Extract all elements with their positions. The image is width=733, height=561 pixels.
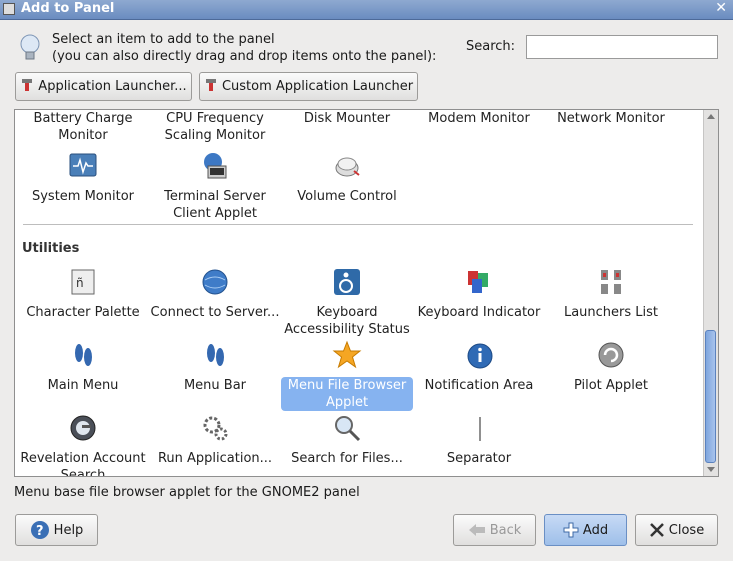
window-menu-icon[interactable]: [3, 3, 15, 15]
item-label: Character Palette: [26, 305, 140, 320]
item-label: Menu Bar: [183, 378, 247, 393]
item-label: Keyboard Accessibility Status: [284, 305, 410, 337]
section-heading: Utilities: [22, 241, 80, 256]
list-item[interactable]: Notification Area: [413, 340, 545, 394]
keyboard-flags-icon: [468, 271, 488, 293]
add-button[interactable]: Add: [544, 514, 627, 546]
list-item[interactable]: Volume Control: [281, 151, 413, 205]
item-label: Notification Area: [424, 378, 534, 393]
item-label: Modem Monitor: [428, 111, 530, 126]
help-icon: ?: [30, 521, 49, 539]
item-label: Pilot Applet: [573, 378, 649, 393]
application-launcher-label: Application Launcher...: [38, 79, 187, 94]
scroll-up-icon[interactable]: [707, 114, 715, 119]
custom-launcher-button[interactable]: Custom Application Launcher: [199, 72, 418, 101]
launchers-icon: [601, 270, 621, 294]
revelation-icon: [70, 415, 96, 441]
custom-launcher-label: Custom Application Launcher: [221, 79, 414, 94]
list-item[interactable]: Menu Bar: [149, 340, 281, 394]
back-arrow-icon: [468, 524, 485, 536]
globe-icon: [202, 269, 228, 295]
info-icon: [467, 343, 493, 369]
list-item[interactable]: Terminal Server Client Applet: [149, 151, 281, 222]
title-bar: Add to Panel ✕: [0, 0, 733, 20]
lightbulb-icon: [20, 34, 40, 60]
volume-icon: [335, 157, 360, 177]
application-launcher-button[interactable]: Application Launcher...: [15, 72, 192, 101]
list-item[interactable]: Modem Monitor: [413, 110, 545, 127]
window-close-icon[interactable]: ✕: [715, 0, 727, 16]
scrollbar-thumb[interactable]: [705, 330, 716, 463]
launcher-icon: [20, 78, 34, 96]
list-item[interactable]: Network Monitor: [545, 110, 677, 127]
back-label: Back: [489, 522, 522, 538]
back-button[interactable]: Back: [453, 514, 536, 546]
add-label: Add: [582, 522, 609, 538]
help-label: Help: [53, 522, 84, 538]
foot-icon: [207, 344, 224, 366]
close-label: Close: [668, 522, 705, 538]
list-item[interactable]: System Monitor: [17, 151, 149, 205]
instruction-line-2: (you can also directly drag and drop ite…: [52, 49, 437, 64]
pilot-icon: [598, 342, 624, 368]
svg-text:?: ?: [36, 524, 44, 539]
item-label: Run Application...: [157, 451, 273, 466]
item-label: CPU Frequency Scaling Monitor: [164, 111, 266, 143]
item-label: Separator: [446, 451, 512, 466]
list-item[interactable]: Disk Mounter: [281, 110, 413, 127]
list-item[interactable]: Connect to Server...: [149, 267, 281, 321]
item-label: Connect to Server...: [150, 305, 280, 320]
magnifier-icon: [335, 416, 361, 442]
accessibility-icon: [334, 269, 360, 295]
item-label: System Monitor: [31, 189, 135, 204]
item-description: Menu base file browser applet for the GN…: [14, 485, 360, 500]
terminal-server-icon: [204, 153, 227, 179]
list-item[interactable]: ñ Character Palette: [17, 267, 149, 321]
item-label: Search for Files...: [291, 451, 403, 466]
instruction-line-1: Select an item to add to the panel: [52, 32, 275, 47]
system-monitor-icon: [69, 153, 97, 177]
item-label: Main Menu: [47, 378, 119, 393]
svg-text:ñ: ñ: [76, 276, 84, 290]
close-icon: [649, 523, 664, 537]
launcher-icon: [204, 78, 218, 96]
search-label: Search:: [466, 39, 516, 54]
list-item[interactable]: Revelation Account Search: [17, 413, 149, 477]
list-item[interactable]: Launchers List: [545, 267, 677, 321]
list-item[interactable]: Separator: [413, 413, 545, 467]
item-label: Revelation Account Search: [20, 451, 146, 477]
help-button[interactable]: ? Help: [15, 514, 98, 546]
list-item[interactable]: CPU Frequency Scaling Monitor: [149, 110, 281, 144]
list-item[interactable]: Search for Files...: [281, 413, 413, 467]
star-icon: [332, 340, 362, 369]
item-label: Battery Charge Monitor: [33, 111, 133, 143]
item-label: Disk Mounter: [303, 111, 391, 126]
item-label: Network Monitor: [557, 111, 665, 126]
character-palette-icon: ñ: [71, 269, 95, 295]
list-item[interactable]: Main Menu: [17, 340, 149, 394]
item-label: Volume Control: [297, 189, 397, 204]
list-item-selected[interactable]: Menu File Browser Applet: [281, 340, 413, 411]
list-item[interactable]: Pilot Applet: [545, 340, 677, 394]
separator-icon: [479, 417, 481, 441]
list-item[interactable]: Keyboard Indicator: [413, 267, 545, 321]
applet-list[interactable]: Battery Charge Monitor CPU Frequency Sca…: [14, 109, 719, 477]
plus-icon: [563, 522, 579, 538]
close-button[interactable]: Close: [635, 514, 718, 546]
instructions: Select an item to add to the panel (you …: [52, 31, 436, 65]
search-input[interactable]: [526, 35, 718, 59]
section-divider: [23, 224, 693, 225]
gears-icon: [203, 416, 228, 441]
item-label: Keyboard Indicator: [417, 305, 541, 320]
item-label: Terminal Server Client Applet: [164, 189, 266, 221]
item-label: Menu File Browser Applet: [281, 377, 413, 411]
window-title: Add to Panel: [21, 1, 115, 16]
list-item[interactable]: Run Application...: [149, 413, 281, 467]
list-item[interactable]: Battery Charge Monitor: [17, 110, 149, 144]
scroll-down-icon[interactable]: [707, 467, 715, 472]
list-item[interactable]: Keyboard Accessibility Status: [281, 267, 413, 338]
foot-icon: [75, 344, 92, 366]
item-label: Launchers List: [563, 305, 659, 320]
vertical-scrollbar[interactable]: [703, 110, 718, 476]
